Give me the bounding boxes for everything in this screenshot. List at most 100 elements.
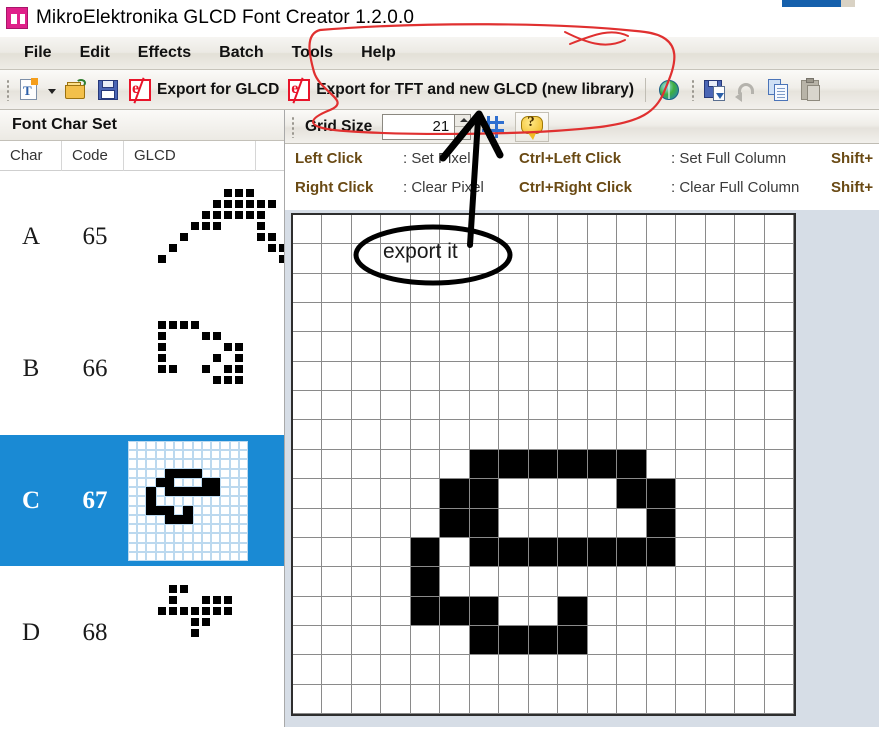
pixel-cell[interactable] bbox=[558, 273, 588, 304]
undo-button[interactable] bbox=[731, 74, 763, 106]
pixel-cell[interactable] bbox=[705, 684, 736, 714]
pixel-cell[interactable] bbox=[617, 684, 647, 714]
pixel-cell[interactable] bbox=[322, 391, 352, 421]
toolbar-grip-2[interactable] bbox=[691, 78, 696, 101]
pixel-cell[interactable] bbox=[293, 449, 323, 480]
pixel-cell[interactable] bbox=[293, 684, 323, 714]
char-row-b[interactable]: B 66 bbox=[0, 303, 284, 435]
pixel-cell[interactable] bbox=[293, 479, 323, 509]
pixel-cell[interactable] bbox=[646, 684, 677, 714]
pixel-cell[interactable] bbox=[293, 567, 323, 597]
column-header-code[interactable]: Code bbox=[62, 140, 124, 171]
pixel-cell[interactable] bbox=[735, 625, 765, 656]
pixel-cell[interactable] bbox=[351, 479, 382, 509]
pixel-cell[interactable] bbox=[587, 391, 618, 421]
pixel-cell[interactable] bbox=[469, 625, 500, 656]
pixel-cell[interactable] bbox=[499, 449, 529, 480]
pixel-cell[interactable] bbox=[440, 361, 470, 392]
pixel-cell[interactable] bbox=[351, 361, 382, 392]
pixel-cell[interactable] bbox=[440, 449, 470, 480]
pixel-cell[interactable] bbox=[499, 655, 529, 685]
new-font-button[interactable]: T bbox=[14, 74, 60, 106]
pixel-cell[interactable] bbox=[499, 215, 529, 245]
pixel-cell[interactable] bbox=[499, 508, 529, 538]
char-row-d[interactable]: D 68 bbox=[0, 567, 284, 699]
pixel-cell[interactable] bbox=[705, 625, 736, 656]
pixel-cell[interactable] bbox=[676, 567, 706, 597]
pixel-cell[interactable] bbox=[676, 449, 706, 480]
pixel-cell[interactable] bbox=[617, 215, 647, 245]
pixel-cell[interactable] bbox=[469, 332, 500, 362]
pixel-cell[interactable] bbox=[293, 655, 323, 685]
pixel-cell[interactable] bbox=[646, 361, 677, 392]
pixel-cell[interactable] bbox=[587, 655, 618, 685]
pixel-cell[interactable] bbox=[705, 303, 736, 333]
pixel-cell[interactable] bbox=[499, 391, 529, 421]
pixel-cell[interactable] bbox=[381, 303, 411, 333]
pixel-cell[interactable] bbox=[351, 449, 382, 480]
pixel-cell[interactable] bbox=[499, 684, 529, 714]
pixel-cell[interactable] bbox=[617, 420, 647, 450]
pixel-cell[interactable] bbox=[646, 244, 677, 274]
pixel-cell[interactable] bbox=[587, 479, 618, 509]
pixel-cell[interactable] bbox=[322, 215, 352, 245]
pixel-cell[interactable] bbox=[499, 244, 529, 274]
pixel-cell[interactable] bbox=[646, 596, 677, 626]
pixel-cell[interactable] bbox=[322, 244, 352, 274]
pixel-cell[interactable] bbox=[469, 449, 500, 480]
copy-button[interactable] bbox=[763, 74, 795, 106]
pixel-cell[interactable] bbox=[558, 596, 588, 626]
pixel-cell[interactable] bbox=[764, 273, 794, 304]
pixel-cell[interactable] bbox=[587, 567, 618, 597]
pixel-cell[interactable] bbox=[764, 420, 794, 450]
pixel-cell[interactable] bbox=[351, 244, 382, 274]
pixel-cell[interactable] bbox=[764, 479, 794, 509]
pixel-cell[interactable] bbox=[499, 361, 529, 392]
pixel-cell[interactable] bbox=[646, 479, 677, 509]
pixel-cell[interactable] bbox=[764, 655, 794, 685]
pixel-cell[interactable] bbox=[469, 567, 500, 597]
pixel-cell[interactable] bbox=[469, 244, 500, 274]
pixel-cell[interactable] bbox=[469, 596, 500, 626]
pixel-cell[interactable] bbox=[617, 332, 647, 362]
pixel-cell[interactable] bbox=[381, 361, 411, 392]
pixel-cell[interactable] bbox=[735, 303, 765, 333]
pixel-cell[interactable] bbox=[381, 684, 411, 714]
pixel-cell[interactable] bbox=[676, 420, 706, 450]
pixel-cell[interactable] bbox=[528, 303, 559, 333]
pixel-cell[interactable] bbox=[676, 361, 706, 392]
pixel-cell[interactable] bbox=[381, 479, 411, 509]
pixel-cell[interactable] bbox=[322, 303, 352, 333]
pixel-cell[interactable] bbox=[381, 655, 411, 685]
pixel-cell[interactable] bbox=[381, 596, 411, 626]
pixel-cell[interactable] bbox=[705, 449, 736, 480]
pixel-cell[interactable] bbox=[764, 449, 794, 480]
pixel-cell[interactable] bbox=[617, 391, 647, 421]
pixel-cell[interactable] bbox=[676, 391, 706, 421]
open-font-button[interactable] bbox=[60, 74, 92, 106]
pixel-cell[interactable] bbox=[587, 596, 618, 626]
pixel-cell[interactable] bbox=[587, 684, 618, 714]
pixel-cell[interactable] bbox=[558, 567, 588, 597]
pixel-cell[interactable] bbox=[351, 303, 382, 333]
column-header-glcd[interactable]: GLCD bbox=[124, 140, 256, 171]
pixel-cell[interactable] bbox=[440, 332, 470, 362]
pixel-cell[interactable] bbox=[735, 391, 765, 421]
pixel-cell[interactable] bbox=[410, 537, 441, 568]
gridbar-grip[interactable] bbox=[291, 115, 295, 138]
pixel-cell[interactable] bbox=[558, 449, 588, 480]
grid-size-stepper[interactable] bbox=[382, 113, 472, 140]
pixel-cell[interactable] bbox=[410, 479, 441, 509]
pixel-cell[interactable] bbox=[322, 655, 352, 685]
pixel-cell[interactable] bbox=[528, 420, 559, 450]
pixel-cell[interactable] bbox=[764, 625, 794, 656]
pixel-cell[interactable] bbox=[735, 420, 765, 450]
pixel-cell[interactable] bbox=[528, 215, 559, 245]
pixel-cell[interactable] bbox=[705, 508, 736, 538]
pixel-cell[interactable] bbox=[440, 684, 470, 714]
pixel-cell[interactable] bbox=[735, 655, 765, 685]
pixel-cell[interactable] bbox=[322, 596, 352, 626]
char-row-c[interactable]: C 67 bbox=[0, 435, 284, 567]
pixel-cell[interactable] bbox=[499, 567, 529, 597]
pixel-cell[interactable] bbox=[351, 420, 382, 450]
